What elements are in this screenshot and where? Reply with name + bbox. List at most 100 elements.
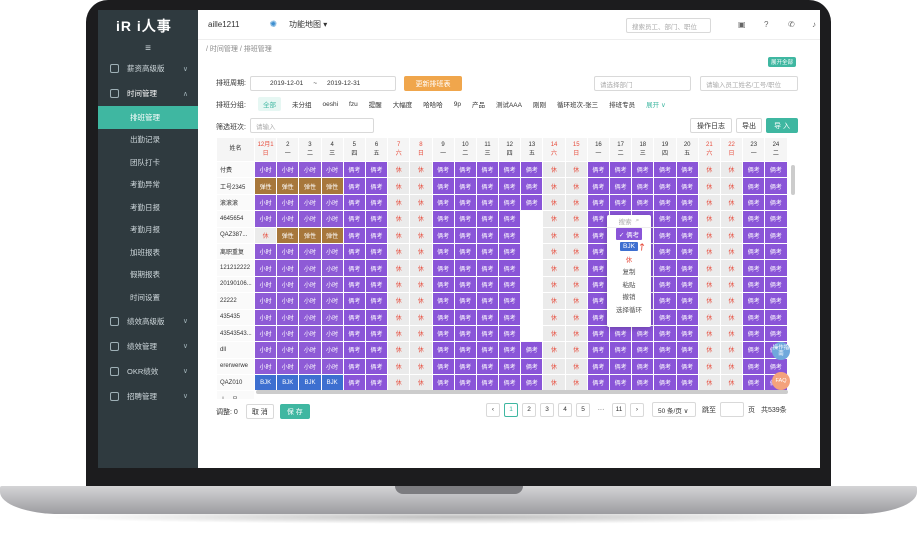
shift-cell[interactable]: 俩考 [498,324,522,343]
expand-all-button[interactable]: 展开全部 [768,57,797,67]
shift-cell[interactable]: 俩考 [653,193,677,212]
shift-cell[interactable]: 小时 [276,259,300,277]
cancel-button[interactable]: 取 消 [245,404,274,419]
shift-cell[interactable]: 俩考 [742,374,766,392]
shift-cell[interactable]: 俩考 [342,292,366,310]
shift-cell[interactable]: 休 [564,242,588,261]
shift-cell[interactable]: 俩考 [453,357,477,376]
shift-cell[interactable]: 休 [409,341,433,359]
shift-cell[interactable]: 俩考 [364,160,389,179]
expand-groups-link[interactable]: 展开 ∨ [646,99,666,109]
function-map-menu[interactable]: 功能地图 ▾ [289,19,327,30]
shift-cell[interactable]: 小时 [276,308,300,326]
shift-cell[interactable]: 休 [564,308,588,326]
shift-cell[interactable]: 休 [564,292,588,310]
shift-cell[interactable]: 俩考 [431,242,455,261]
shift-cell[interactable]: 俩考 [742,160,766,179]
shift-cell[interactable]: 俩考 [498,160,522,179]
popup-item-shift[interactable]: ✓ 俩考 [607,227,651,241]
shift-cell[interactable]: 休 [564,357,588,376]
shift-cell[interactable]: 俩考 [675,275,699,294]
shift-cell[interactable]: 小时 [276,210,300,228]
shift-cell[interactable]: 休 [697,292,721,310]
group-chip[interactable]: 产品 [472,99,485,109]
shift-cell[interactable]: 俩考 [631,177,655,195]
shift-cell[interactable]: 休 [564,193,588,212]
shift-cell[interactable]: 俩考 [742,210,766,228]
shift-cell[interactable]: 俩考 [675,259,699,277]
shift-cell[interactable]: 俩考 [453,374,477,392]
shift-cell[interactable]: 休 [387,292,411,310]
shift-cell[interactable]: 俩考 [742,242,766,261]
shift-cell[interactable]: 休 [697,308,721,326]
shift-cell[interactable]: 俩考 [453,259,477,277]
shift-cell[interactable]: 休 [697,210,721,228]
shift-cell[interactable]: 俩考 [742,292,766,310]
group-chip[interactable]: 大幅度 [393,99,413,109]
shift-cell[interactable]: 小时 [253,341,278,359]
shift-cell[interactable]: 俩考 [675,292,699,310]
shift-cell[interactable]: 休 [542,308,566,326]
shift-cell[interactable]: 休 [387,341,411,359]
shift-cell[interactable]: 小时 [276,193,300,212]
shift-cell[interactable]: 俩考 [764,259,788,277]
shift-cell[interactable]: 休 [564,177,588,195]
shift-cell[interactable]: 俩考 [675,308,699,326]
shift-cell[interactable]: 俩考 [364,275,389,294]
shift-cell[interactable]: 小时 [298,193,322,212]
shift-cell[interactable] [520,242,544,261]
group-chip[interactable]: 测试AAA [496,99,522,109]
shift-cell[interactable]: 俩考 [498,242,522,261]
shift-cell[interactable]: 俩考 [431,275,455,294]
sidebar-sub-attendance[interactable]: 出勤记录 [98,129,198,152]
shift-cell[interactable] [520,308,544,326]
shift-cell[interactable]: 小时 [253,193,278,212]
shift-cell[interactable]: 俩考 [742,341,766,359]
popup-item-rest[interactable]: 休 [607,253,651,266]
shift-cell[interactable]: 休 [564,259,588,277]
goto-input[interactable] [720,402,744,417]
shift-cell[interactable]: 小时 [298,324,322,343]
shift-cell[interactable]: 小时 [320,341,344,359]
shift-cell[interactable]: 休 [697,226,721,244]
import-button[interactable]: 导 入 [766,118,798,133]
shift-cell[interactable]: 俩考 [631,160,655,179]
shift-cell[interactable]: 休 [719,374,744,392]
shift-cell[interactable]: 休 [409,374,433,392]
shift-cell[interactable]: 俩考 [342,259,366,277]
group-chip[interactable]: oeshi [323,101,339,108]
shift-cell[interactable]: 休 [697,160,721,179]
shift-cell[interactable]: 俩考 [475,292,500,310]
popup-item-copy[interactable]: 复制 [607,265,651,278]
shift-cell[interactable] [520,226,544,244]
sidebar-sub-exceptions[interactable]: 考勤异常 [98,174,198,197]
faq-button[interactable]: FAQ [772,372,790,390]
horizontal-scrollbar[interactable] [256,390,788,394]
shift-cell[interactable]: 休 [719,308,744,326]
shift-cell[interactable]: 休 [697,177,721,195]
shift-cell[interactable]: 休 [542,374,566,392]
shift-cell[interactable]: 休 [542,275,566,294]
shift-cell[interactable]: 俩考 [520,357,544,376]
shift-cell[interactable]: 俩考 [431,341,455,359]
shift-cell[interactable]: 弹性 [298,177,322,195]
group-chip[interactable]: 未分组 [292,99,312,109]
shift-cell[interactable]: 弹性 [320,177,344,195]
shift-cell[interactable]: 休 [409,160,433,179]
shift-cell[interactable]: 俩考 [475,374,500,392]
shift-cell[interactable]: 休 [697,341,721,359]
shift-cell[interactable]: 俩考 [342,357,366,376]
shift-cell[interactable]: 休 [564,275,588,294]
shift-cell[interactable]: BJK [298,374,322,392]
shift-cell[interactable]: 休 [719,357,744,376]
shift-cell[interactable]: 俩考 [586,193,611,212]
shift-cell[interactable]: 俩考 [742,275,766,294]
shift-cell[interactable]: 小时 [253,292,278,310]
sidebar-sub-settings[interactable]: 时间设置 [98,286,198,309]
shift-cell[interactable]: 俩考 [675,210,699,228]
shift-cell[interactable]: 休 [697,242,721,261]
menu-toggle-icon[interactable]: ≡ [98,42,198,56]
shift-cell[interactable]: 俩考 [586,177,611,195]
shift-cell[interactable]: 小时 [253,357,278,376]
shift-cell[interactable]: 俩考 [475,210,500,228]
